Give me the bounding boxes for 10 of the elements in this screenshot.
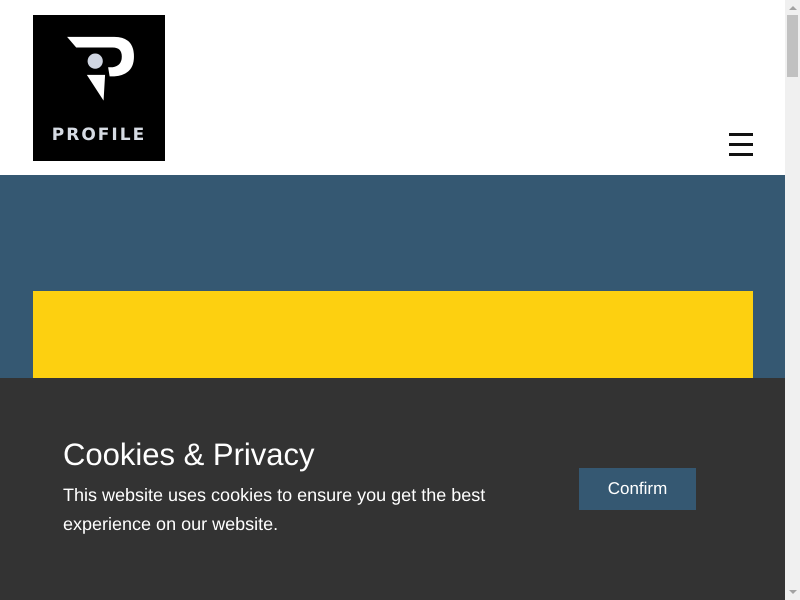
cookie-title: Cookies & Privacy xyxy=(63,436,316,474)
scroll-thumb[interactable] xyxy=(787,15,798,77)
logo[interactable]: PROFILE xyxy=(33,15,165,161)
scroll-down-icon[interactable] xyxy=(788,590,796,594)
menu-icon[interactable] xyxy=(729,133,753,156)
confirm-button[interactable]: Confirm xyxy=(579,468,696,510)
logo-text: PROFILE xyxy=(52,125,146,145)
scrollbar[interactable] xyxy=(785,0,800,600)
cookie-message: This website uses cookies to ensure you get the best experience on our website. xyxy=(63,484,486,536)
scroll-up-icon[interactable] xyxy=(788,6,796,10)
